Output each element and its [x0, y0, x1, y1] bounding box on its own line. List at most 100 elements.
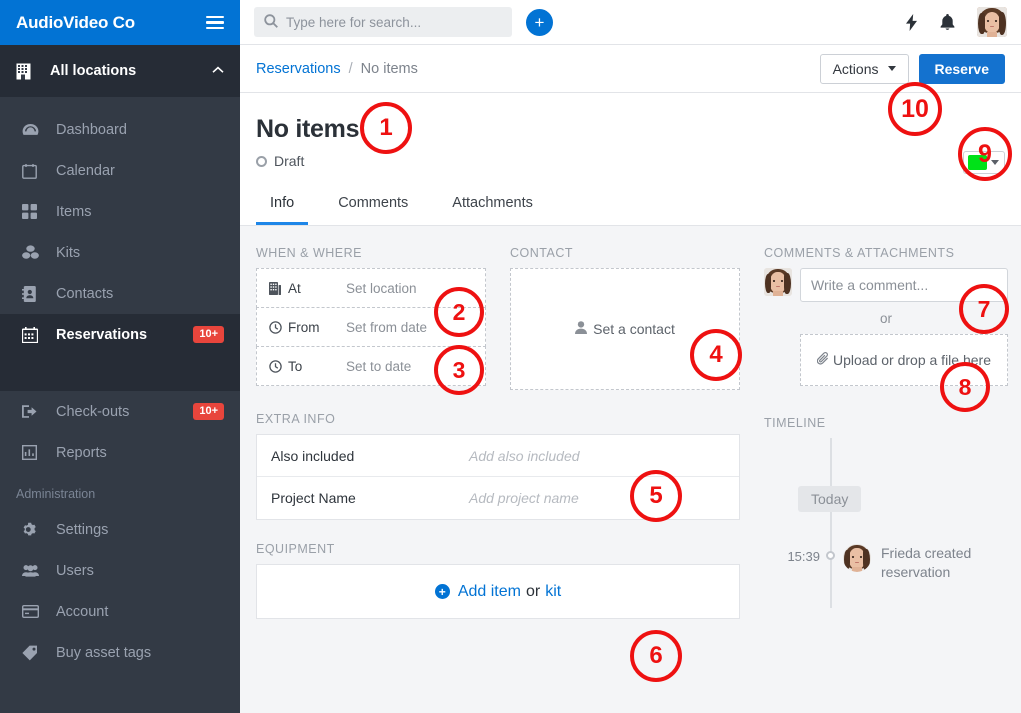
avatar	[843, 544, 871, 572]
status-color-select[interactable]	[963, 151, 1005, 174]
main-area: + Reservations / No items	[240, 0, 1021, 713]
sidebar-item-check-outs[interactable]: Check-outs 10+	[0, 391, 240, 432]
sidebar-nav: Dashboard Calendar Items Kits Contacts R…	[0, 97, 240, 713]
set-contact-box[interactable]: Set a contact	[510, 268, 740, 390]
sidebar-item-items[interactable]: Items	[0, 191, 240, 232]
sidebar-item-label: Account	[56, 603, 109, 620]
page-header: No items Draft Info Comments Attachments	[240, 93, 1021, 226]
extra-info-row[interactable]: Project Name Add project name	[257, 477, 739, 519]
reservations-icon	[22, 326, 48, 343]
set-to-date-row[interactable]: To Set to date	[256, 346, 486, 386]
topbar: +	[240, 0, 1021, 45]
sidebar-item-label: Calendar	[56, 162, 115, 179]
sidebar-item-settings[interactable]: Settings	[0, 509, 240, 550]
sidebar-section-administration: Administration	[16, 487, 96, 501]
equipment-box: + Add item or kit	[256, 564, 740, 619]
search-box[interactable]	[254, 7, 512, 37]
page-title: No items	[256, 115, 360, 143]
section-title-when-where: WHEN & WHERE	[256, 246, 362, 260]
extra-info-key: Project Name	[271, 490, 356, 506]
location-selector[interactable]: All locations	[0, 45, 240, 97]
add-kit-link[interactable]: kit	[545, 583, 561, 601]
actions-button-label: Actions	[832, 60, 879, 77]
actions-button[interactable]: Actions	[819, 53, 909, 84]
tabs: Info Comments Attachments	[256, 181, 1005, 225]
bell-icon[interactable]	[940, 13, 955, 31]
sidebar-item-label: Contacts	[56, 285, 114, 302]
timeline-event-time: 15:39	[787, 549, 820, 564]
tab-comments[interactable]: Comments	[324, 181, 422, 225]
location-label: All locations	[50, 63, 137, 79]
right-column: COMMENTS & ATTACHMENTS or	[764, 246, 1008, 713]
clock-icon	[269, 359, 285, 373]
sidebar-item-users[interactable]: Users	[0, 550, 240, 591]
sidebar-item-reservations[interactable]: Reservations 10+	[0, 314, 240, 355]
timeline-body: Today 15:39 Frieda created reservation	[764, 438, 1008, 608]
upload-label: Upload or drop a file here	[833, 351, 991, 368]
row-value: Set to date	[346, 358, 412, 374]
tag-icon	[22, 645, 48, 661]
tab-info[interactable]: Info	[256, 181, 309, 225]
building-icon	[16, 63, 38, 80]
sidebar-item-label: Users	[56, 562, 94, 579]
breadcrumb-current: No items	[360, 60, 418, 77]
sidebar-item-reports[interactable]: Reports	[0, 432, 240, 473]
contacts-icon	[22, 285, 48, 302]
sidebar-item-calendar[interactable]: Calendar	[0, 150, 240, 191]
extra-info-section: EXTRA INFO Also included Add also includ…	[256, 412, 740, 520]
person-icon	[575, 321, 588, 337]
sidebar-item-buy-asset-tags[interactable]: Buy asset tags	[0, 632, 240, 673]
hamburger-icon[interactable]	[206, 15, 224, 30]
reports-icon	[22, 445, 48, 460]
grid-icon	[22, 204, 48, 219]
add-button[interactable]: +	[526, 8, 553, 36]
upload-dropzone[interactable]: Upload or drop a file here	[800, 334, 1008, 386]
chevron-down-icon	[991, 160, 999, 165]
set-from-date-row[interactable]: From Set from date	[256, 307, 486, 347]
checkout-icon	[22, 404, 48, 419]
add-item-link[interactable]: Add item	[458, 583, 521, 601]
sidebar-badge-reservations: 10+	[193, 325, 224, 344]
avatar[interactable]	[977, 7, 1007, 37]
breadcrumb: Reservations / No items Actions Reserve	[240, 45, 1021, 93]
set-location-row[interactable]: At Set location	[256, 268, 486, 308]
calendar-icon	[22, 163, 48, 179]
sidebar-item-account[interactable]: Account	[0, 591, 240, 632]
sidebar-item-dashboard[interactable]: Dashboard	[0, 109, 240, 150]
row-label: To	[288, 358, 303, 374]
users-icon	[22, 564, 48, 577]
equipment-or: or	[525, 582, 541, 600]
content-area: WHEN & WHERE At Set location From Set fr…	[240, 226, 1021, 713]
reserve-button[interactable]: Reserve	[918, 53, 1005, 84]
extra-info-table: Also included Add also included Project …	[256, 434, 740, 520]
comments-or-label: or	[879, 311, 892, 326]
row-label: From	[288, 319, 320, 335]
sidebar-item-label: Items	[56, 203, 92, 220]
status-circle-icon	[256, 155, 267, 167]
sidebar-item-label: Settings	[56, 521, 109, 538]
breadcrumb-separator: /	[348, 60, 353, 77]
lightning-icon[interactable]	[906, 13, 918, 31]
sidebar-item-contacts[interactable]: Contacts	[0, 273, 240, 314]
kits-icon	[22, 245, 48, 260]
status-row: Draft	[256, 153, 1005, 169]
comments-attachments-section: COMMENTS & ATTACHMENTS or	[764, 246, 1008, 386]
brand-name: AudioVideo Co	[16, 12, 135, 32]
topbar-right	[906, 7, 1007, 37]
search-input[interactable]	[286, 14, 502, 30]
sidebar-brand: AudioVideo Co	[0, 0, 240, 45]
comment-input[interactable]	[800, 268, 1008, 302]
sidebar-item-kits[interactable]: Kits	[0, 232, 240, 273]
extra-info-row[interactable]: Also included Add also included	[257, 435, 739, 477]
breadcrumb-parent-link[interactable]: Reservations	[256, 61, 341, 77]
sidebar-item-label: Dashboard	[56, 121, 127, 138]
left-column: WHEN & WHERE At Set location From Set fr…	[256, 246, 740, 713]
avatar-face	[843, 544, 871, 572]
chevron-down-icon	[887, 66, 896, 71]
tab-attachments[interactable]: Attachments	[438, 181, 547, 225]
timeline-event-text: Frieda created reservation	[881, 545, 972, 580]
timeline-today-marker: Today	[798, 486, 862, 512]
timeline-event: 15:39 Frieda created reservation	[764, 544, 1008, 582]
dashboard-icon	[22, 123, 48, 137]
sidebar-item-label: Kits	[56, 244, 81, 261]
